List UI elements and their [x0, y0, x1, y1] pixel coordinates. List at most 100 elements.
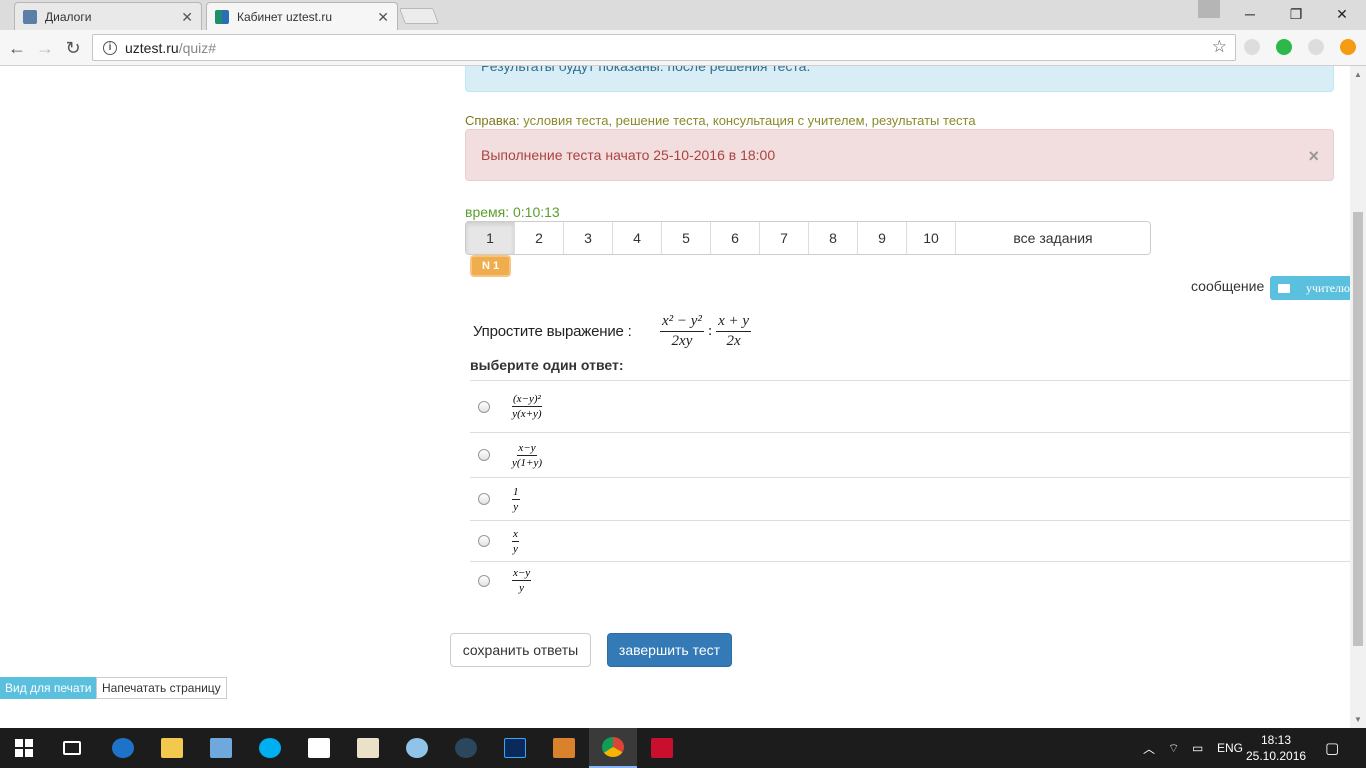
fraction-numerator: 1: [512, 485, 520, 500]
page-button-3[interactable]: 3: [564, 222, 613, 254]
photoshop-icon: [504, 738, 526, 758]
all-tasks-button[interactable]: все задания: [956, 222, 1150, 254]
bookmark-star-icon[interactable]: ☆: [1212, 37, 1227, 57]
answer-fraction: x−y y: [512, 567, 532, 594]
taskbar-skype[interactable]: [246, 728, 294, 768]
clock[interactable]: 18:13 25.10.2016: [1246, 732, 1306, 764]
page-scrollbar[interactable]: ▲ ▼: [1350, 66, 1366, 728]
start-button[interactable]: [0, 728, 48, 768]
tab-uztest[interactable]: Кабинет uztest.ru ✕: [206, 2, 398, 30]
profile-icon[interactable]: [1198, 0, 1220, 18]
close-icon[interactable]: ×: [1308, 146, 1319, 167]
taskbar-csgo[interactable]: [540, 728, 588, 768]
taskbar-store[interactable]: [295, 728, 343, 768]
answer-option[interactable]: (x−y)² y(x+y): [470, 380, 1350, 432]
windows-logo-icon: [15, 739, 33, 757]
fraction-numerator: x−y: [512, 567, 532, 581]
taskbar-mpc[interactable]: [344, 728, 392, 768]
page-button-2[interactable]: 2: [515, 222, 564, 254]
language-indicator[interactable]: ENG: [1217, 728, 1243, 768]
finish-test-button[interactable]: завершить тест: [607, 633, 732, 667]
extension-face-icon[interactable]: [1308, 39, 1324, 55]
question-pagination: 1 2 3 4 5 6 7 8 9 10 все задания: [465, 221, 1151, 255]
tray-chevron-icon[interactable]: ︿: [1143, 728, 1155, 768]
forward-arrow-icon[interactable]: →: [34, 37, 56, 59]
question-number-badge: N 1: [470, 255, 511, 277]
taskbar-explorer[interactable]: [148, 728, 196, 768]
reload-icon[interactable]: ↻: [62, 37, 84, 59]
fraction-denominator: y: [519, 582, 525, 594]
print-page-button[interactable]: Напечатать страницу: [96, 677, 227, 699]
answer-radio[interactable]: [478, 493, 490, 505]
extension-minus-icon[interactable]: [1340, 39, 1356, 55]
page-button-8[interactable]: 8: [809, 222, 858, 254]
question-text: Упростите выражение :: [473, 323, 632, 340]
taskbar-photoshop[interactable]: [491, 728, 539, 768]
teacher-button-label: учителю: [1306, 280, 1350, 295]
close-window-button[interactable]: ✕: [1319, 0, 1365, 28]
tab-title: Диалоги: [45, 9, 92, 24]
taskbar-downloader[interactable]: [638, 728, 686, 768]
answer-option[interactable]: x−y y(1+y): [470, 432, 1350, 477]
message-teacher-button[interactable]: учителю: [1270, 276, 1350, 300]
results-info-text: Результаты будут показаны: после решения…: [481, 66, 811, 74]
close-tab-icon[interactable]: ✕: [377, 9, 389, 26]
minimize-button[interactable]: ─: [1227, 0, 1273, 28]
taskbar-paint[interactable]: [393, 728, 441, 768]
windows-taskbar: ︿ ⌔ ▭ ENG 18:13 25.10.2016 ▢: [0, 728, 1366, 768]
print-view-button[interactable]: Вид для печати: [0, 677, 97, 699]
expression-left-fraction: x² − y² 2xy: [660, 313, 704, 350]
answer-radio[interactable]: [478, 574, 490, 587]
clock-date: 25.10.2016: [1246, 749, 1307, 763]
division-operator: :: [707, 323, 713, 339]
battery-icon[interactable]: ▭: [1192, 728, 1203, 768]
answer-option[interactable]: 1 y: [470, 477, 1350, 520]
scroll-down-icon[interactable]: ▼: [1354, 715, 1362, 724]
fraction-denominator: y(x+y): [512, 408, 542, 420]
page-button-7[interactable]: 7: [760, 222, 809, 254]
page-button-4[interactable]: 4: [613, 222, 662, 254]
choose-answer-label: выберите один ответ:: [470, 357, 624, 373]
fraction-denominator: y: [513, 500, 519, 513]
address-bar[interactable]: i uztest.ru /quiz# ☆: [92, 34, 1236, 61]
taskbar-chrome[interactable]: [589, 728, 637, 768]
fraction-numerator: x + y: [716, 313, 752, 332]
notifications-icon[interactable]: ▢: [1325, 728, 1339, 768]
page-button-6[interactable]: 6: [711, 222, 760, 254]
close-tab-icon[interactable]: ✕: [181, 9, 193, 26]
answer-fraction: (x−y)² y(x+y): [512, 393, 542, 420]
taskbar-media-player[interactable]: [197, 728, 245, 768]
new-tab-button[interactable]: [399, 8, 439, 24]
extension-check-icon[interactable]: [1276, 39, 1292, 55]
taskbar-steam[interactable]: [442, 728, 490, 768]
task-view-button[interactable]: [48, 728, 96, 768]
download-icon: [651, 738, 673, 758]
network-icon[interactable]: ⌔: [1168, 728, 1179, 768]
fraction-denominator: 2x: [726, 333, 741, 349]
info-icon[interactable]: i: [103, 40, 117, 55]
answer-radio[interactable]: [478, 535, 490, 547]
answer-radio[interactable]: [478, 400, 490, 413]
restore-button[interactable]: ❐: [1273, 0, 1319, 28]
extension-gray-icon[interactable]: [1244, 39, 1260, 55]
help-links[interactable]: условия теста, решение теста, консультац…: [523, 113, 975, 128]
tab-title: Кабинет uztest.ru: [237, 9, 332, 24]
answer-option[interactable]: x y: [470, 520, 1350, 561]
scroll-up-icon[interactable]: ▲: [1354, 70, 1362, 79]
page-button-9[interactable]: 9: [858, 222, 907, 254]
fraction-denominator: y: [513, 542, 518, 555]
page-button-10[interactable]: 10: [907, 222, 956, 254]
answer-fraction: 1 y: [512, 486, 520, 513]
answer-option[interactable]: x−y y: [470, 561, 1350, 599]
browser-tab-bar: Диалоги ✕ Кабинет uztest.ru ✕ ─ ❐ ✕: [0, 0, 1366, 30]
save-answers-button[interactable]: сохранить ответы: [450, 633, 591, 667]
page-button-5[interactable]: 5: [662, 222, 711, 254]
back-arrow-icon[interactable]: ←: [6, 37, 28, 59]
tab-dialogs[interactable]: Диалоги ✕: [14, 2, 202, 30]
answer-radio[interactable]: [478, 449, 490, 461]
clock-time: 18:13: [1260, 733, 1292, 747]
page-button-1[interactable]: 1: [466, 222, 515, 254]
scroll-thumb[interactable]: [1353, 212, 1363, 646]
taskbar-edge[interactable]: [99, 728, 147, 768]
edge-icon: [112, 738, 134, 758]
